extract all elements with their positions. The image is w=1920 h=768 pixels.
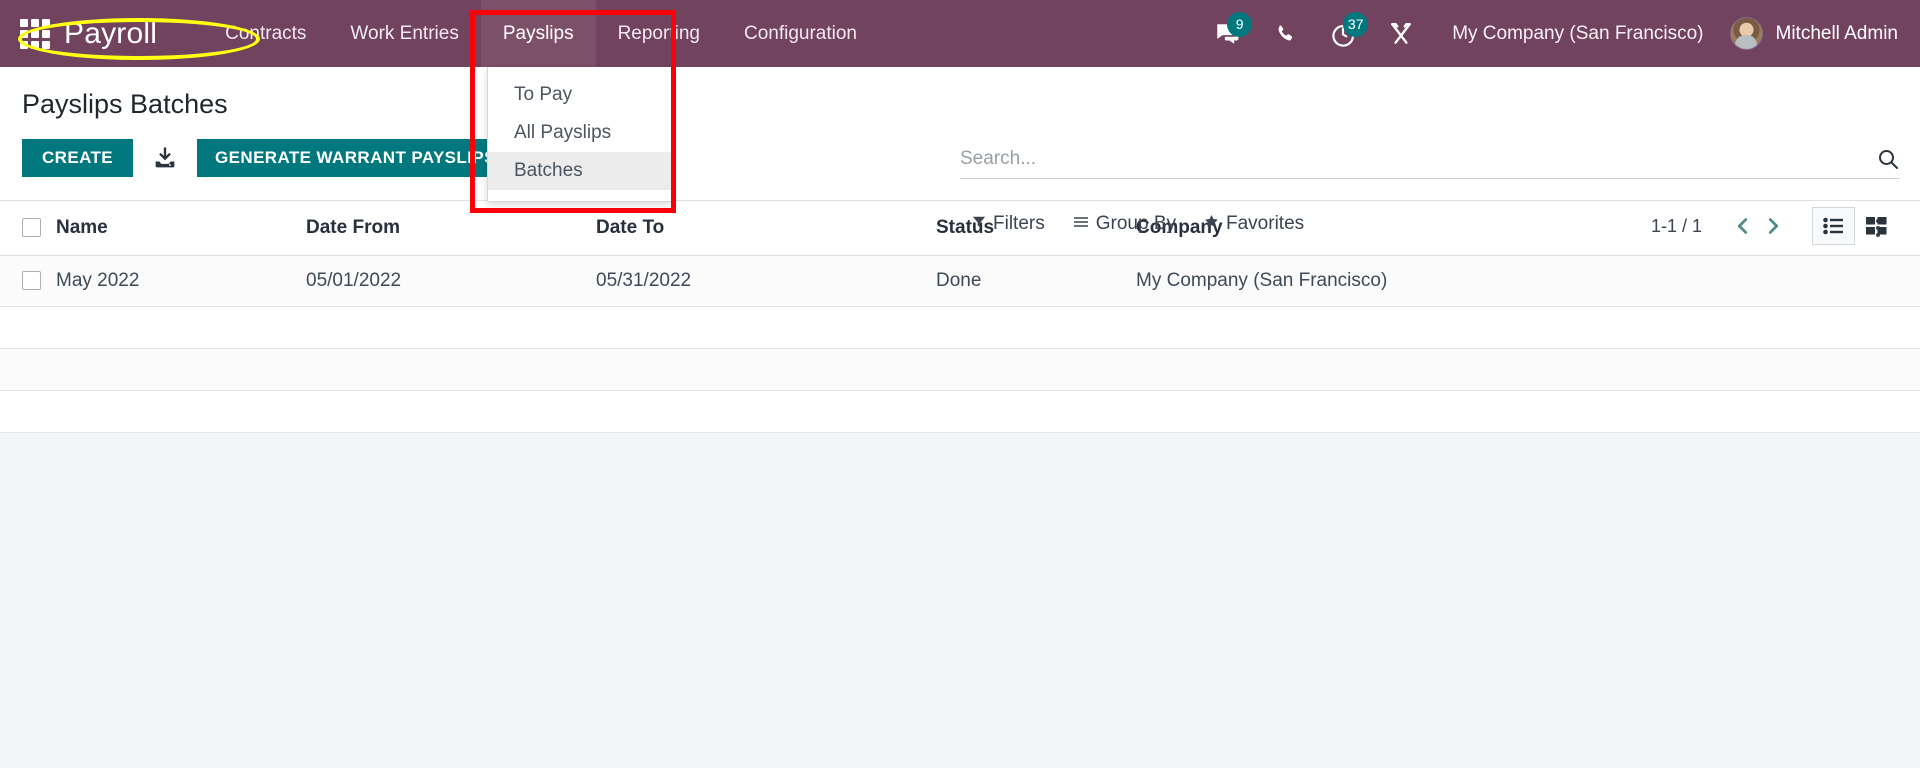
apps-grid-icon[interactable] <box>20 18 50 49</box>
import-download-icon[interactable] <box>147 140 183 176</box>
brand-title[interactable]: Payroll <box>64 18 157 49</box>
payslips-dropdown-menu: To Pay All Payslips Batches <box>487 67 672 202</box>
cell-company: My Company (San Francisco) <box>1136 255 1836 307</box>
chevron-left-icon[interactable] <box>1728 211 1758 241</box>
row-select-cell <box>0 255 56 307</box>
messages-badge: 9 <box>1227 11 1253 37</box>
nav-menu-configuration[interactable]: Configuration <box>722 0 879 67</box>
nav-menu-work-entries[interactable]: Work Entries <box>328 0 480 67</box>
pager-and-views: 1-1 / 1 <box>1651 207 1898 245</box>
table-empty-row <box>0 348 1920 391</box>
search-row <box>960 147 1900 179</box>
page-title: Payslips Batches <box>22 89 228 119</box>
filters-dropdown[interactable]: Filters <box>972 213 1045 235</box>
search-input[interactable] <box>960 148 1866 170</box>
generate-warrant-payslips-button[interactable]: GENERATE WARRANT PAYSLIPS <box>197 139 514 177</box>
debug-tools-icon[interactable] <box>1388 21 1414 47</box>
chevron-right-icon[interactable] <box>1758 211 1788 241</box>
avatar <box>1729 17 1763 50</box>
search-facets: Filters Group By Favorites <box>972 213 1304 235</box>
table-row[interactable]: May 2022 05/01/2022 05/31/2022 Done My C… <box>0 255 1920 307</box>
dropdown-item-batches[interactable]: Batches <box>488 152 671 190</box>
list-icon[interactable] <box>1812 207 1855 245</box>
company-selector[interactable]: My Company (San Francisco) <box>1452 23 1703 45</box>
activities-badge: 37 <box>1343 11 1369 37</box>
top-navbar: Payroll Contracts Work Entries Payslips … <box>0 0 1920 67</box>
payslip-batches-table: Name Date From Date To Status Company Ma… <box>0 201 1920 433</box>
action-button-row: CREATE GENERATE WARRANT PAYSLIPS <box>22 139 514 177</box>
filter-icon <box>972 213 986 235</box>
nav-menu-reporting[interactable]: Reporting <box>596 0 722 67</box>
empty-cell <box>0 390 1920 433</box>
cell-status: Done <box>936 255 1136 307</box>
favorites-label: Favorites <box>1226 213 1305 234</box>
select-all-checkbox[interactable] <box>22 218 41 238</box>
cell-options <box>1836 255 1920 307</box>
cell-name: May 2022 <box>56 255 306 307</box>
empty-cell <box>0 348 1920 391</box>
dropdown-item-all-payslips[interactable]: All Payslips <box>488 114 671 152</box>
table-header: Name Date From Date To Status Company <box>0 201 1920 256</box>
table-empty-row <box>0 390 1920 433</box>
select-all-header <box>0 201 56 256</box>
list-view-table: Name Date From Date To Status Company Ma… <box>0 201 1920 433</box>
star-icon <box>1204 213 1219 235</box>
group-by-dropdown[interactable]: Group By <box>1073 213 1176 235</box>
table-empty-row <box>0 306 1920 349</box>
group-by-icon <box>1073 213 1089 235</box>
search-area <box>960 147 1900 179</box>
cell-date-to: 05/31/2022 <box>596 255 936 307</box>
filters-label: Filters <box>993 213 1045 234</box>
pager-count: 1-1 / 1 <box>1650 215 1702 236</box>
navbar-right-tools: 9 37 My Company (San Francisco) Mitchell… <box>1198 0 1920 67</box>
column-header-name[interactable]: Name <box>56 201 306 256</box>
dropdown-item-to-pay[interactable]: To Pay <box>488 76 671 114</box>
user-name: Mitchell Admin <box>1775 22 1899 44</box>
group-by-label: Group By <box>1095 213 1176 234</box>
row-checkbox[interactable] <box>22 271 41 291</box>
search-icon[interactable] <box>1866 147 1900 171</box>
create-button[interactable]: CREATE <box>22 139 134 177</box>
kanban-icon[interactable] <box>1855 207 1898 245</box>
column-header-date-from[interactable]: Date From <box>306 201 596 256</box>
favorites-dropdown[interactable]: Favorites <box>1204 213 1304 235</box>
messages-icon[interactable]: 9 <box>1214 11 1253 47</box>
nav-menu-contracts[interactable]: Contracts <box>203 0 328 67</box>
control-panel: Payslips Batches CREATE GENERATE WARRANT… <box>0 67 1920 245</box>
activities-clock-icon[interactable]: 37 <box>1330 11 1369 47</box>
cell-date-from: 05/01/2022 <box>306 255 596 307</box>
nav-menu-payslips[interactable]: Payslips <box>480 0 596 67</box>
phone-icon[interactable] <box>1272 21 1298 47</box>
user-menu[interactable]: Mitchell Admin <box>1729 17 1899 50</box>
view-switcher <box>1812 207 1898 245</box>
table-header-row: Name Date From Date To Status Company <box>0 201 1920 256</box>
column-header-date-to[interactable]: Date To <box>596 201 936 256</box>
empty-cell <box>0 306 1920 349</box>
table-body: May 2022 05/01/2022 05/31/2022 Done My C… <box>0 255 1920 433</box>
